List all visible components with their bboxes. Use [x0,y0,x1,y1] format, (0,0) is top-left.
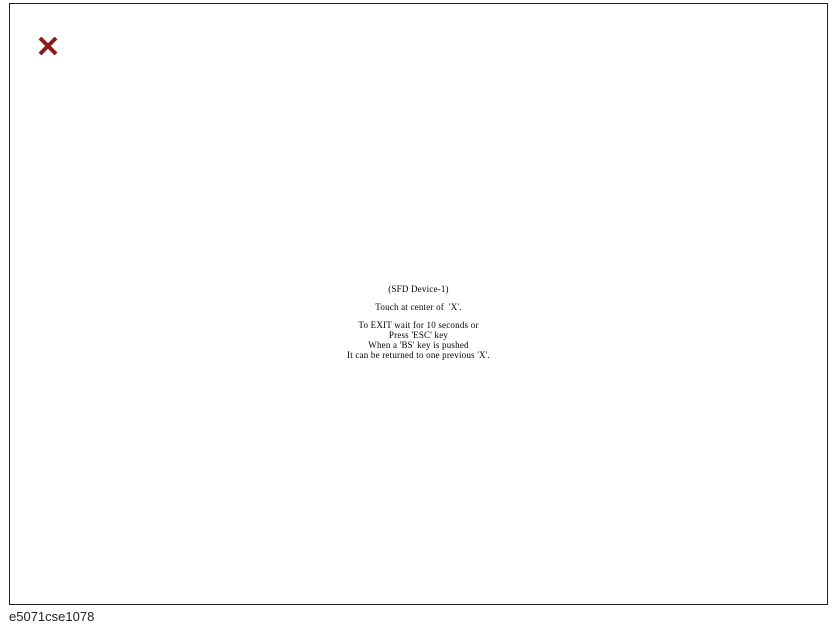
calibration-target-x-icon[interactable] [36,34,60,58]
calibration-screen[interactable]: (SFD Device-1) Touch at center of 'X'. T… [9,3,828,605]
bs-instruction-line-1: When a 'BS' key is pushed [368,340,469,350]
bs-instruction-line-2: It can be returned to one previous 'X'. [347,350,490,360]
exit-instruction-line-2: Press 'ESC' key [388,330,449,340]
exit-instruction-line-1: To EXIT wait for 10 seconds or [358,320,479,330]
figure-caption: e5071cse1078 [9,609,95,624]
calibration-instructions: (SFD Device-1) Touch at center of 'X'. T… [10,284,827,360]
device-title: (SFD Device-1) [388,284,449,294]
touch-instruction: Touch at center of 'X'. [375,302,462,312]
